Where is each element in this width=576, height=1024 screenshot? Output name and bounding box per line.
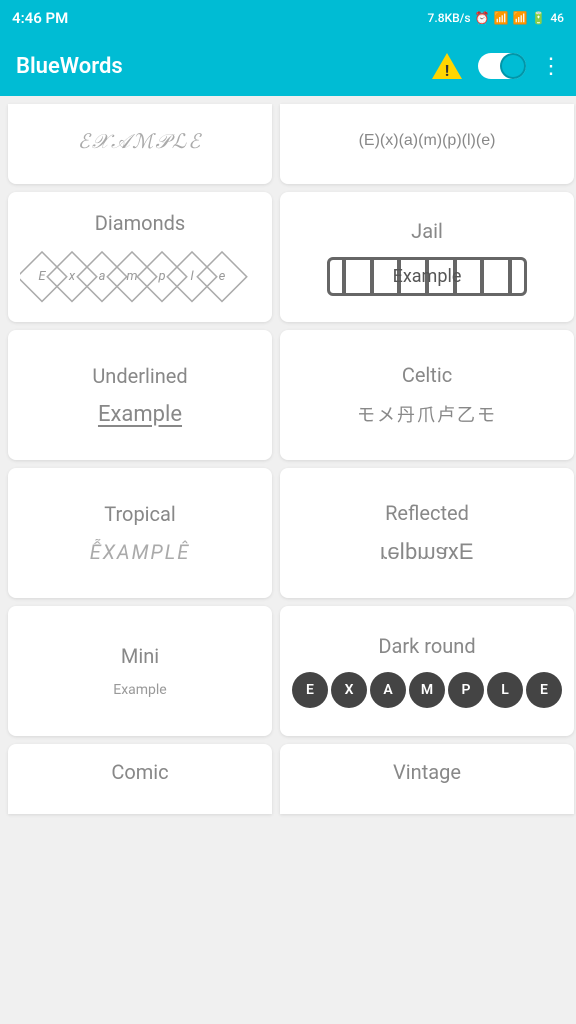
card-mini[interactable]: Mini Example (8, 606, 272, 736)
card-parenthesis[interactable]: (E)(x)(a)(m)(p)(l)(e) (280, 104, 574, 184)
card-classic[interactable]: ℰ𝒳𝒜ℳ𝒫ℒℰ (8, 104, 272, 184)
svg-text:e: e (219, 269, 226, 284)
status-right: 7.8KB/s ⏰ 📶 📶 🔋 46 (428, 11, 564, 25)
warning-icon[interactable]: ! (430, 51, 464, 81)
dr-letter-X: X (331, 672, 367, 708)
diamonds-title: Diamonds (95, 211, 185, 235)
celtic-preview: モメ丹爪卢乙モ (357, 401, 497, 427)
dr-letter-E: E (292, 672, 328, 708)
jail-title: Jail (411, 219, 443, 243)
app-bar-actions: ! ⋮ (430, 51, 560, 81)
signal-icon: 📶 (494, 11, 509, 25)
app-title: BlueWords (16, 54, 418, 79)
tropical-title: Tropical (104, 502, 176, 526)
parenthesis-preview: (E)(x)(a)(m)(p)(l)(e) (359, 132, 496, 150)
card-darkround[interactable]: Dark round E X A M P L E (280, 606, 574, 736)
mini-preview: Example (113, 682, 166, 698)
battery-icon: 🔋 (531, 11, 546, 25)
card-comic[interactable]: Comic (8, 744, 272, 814)
card-tropical[interactable]: Tropical ỄXAMPLÊ (8, 468, 272, 598)
wifi-icon: 📶 (512, 11, 527, 25)
svg-text:x: x (68, 269, 76, 284)
reflected-preview: Ǝxɐɯdlǝɹ (380, 539, 473, 565)
dr-letter-P: P (448, 672, 484, 708)
darkround-title: Dark round (378, 634, 475, 658)
toggle-knob (500, 53, 526, 79)
svg-text:m: m (126, 269, 137, 284)
reflected-title: Reflected (385, 501, 469, 525)
status-bar: 4:46 PM 7.8KB/s ⏰ 📶 📶 🔋 46 (0, 0, 576, 36)
celtic-title: Celtic (402, 363, 452, 387)
vintage-title: Vintage (393, 760, 461, 784)
diamonds-preview: E x a m p l e (20, 249, 260, 304)
card-diamonds[interactable]: Diamonds E x a m p l e (8, 192, 272, 322)
battery-level: 46 (550, 11, 564, 25)
bar-1 (342, 260, 346, 293)
bar-6 (480, 260, 484, 293)
mini-title: Mini (121, 644, 159, 668)
card-reflected[interactable]: Reflected Ǝxɐɯdlǝɹ (280, 468, 574, 598)
darkround-preview: E X A M P L E (292, 672, 562, 708)
jail-text: Example (393, 266, 462, 287)
card-celtic[interactable]: Celtic モメ丹爪卢乙モ (280, 330, 574, 460)
dr-letter-M: M (409, 672, 445, 708)
card-vintage[interactable]: Vintage (280, 744, 574, 814)
bar-2 (370, 260, 374, 293)
dr-letter-A: A (370, 672, 406, 708)
dr-letter-L: L (487, 672, 523, 708)
card-jail[interactable]: Jail Example (280, 192, 574, 322)
underlined-preview: Example (98, 402, 182, 427)
jail-visual: Example (327, 257, 527, 296)
svg-text:a: a (99, 269, 106, 284)
svg-text:E: E (38, 269, 46, 284)
more-options-button[interactable]: ⋮ (540, 54, 560, 79)
styles-grid: ℰ𝒳𝒜ℳ𝒫ℒℰ (E)(x)(a)(m)(p)(l)(e) Diamonds E (0, 96, 576, 822)
tropical-preview: ỄXAMPLÊ (90, 540, 190, 564)
alarm-icon: ⏰ (475, 11, 490, 25)
status-time: 4:46 PM (12, 9, 68, 27)
svg-text:p: p (157, 269, 165, 284)
network-speed: 7.8KB/s (428, 11, 471, 25)
svg-text:!: ! (445, 61, 449, 80)
svg-text:l: l (190, 269, 194, 284)
dr-letter-E2: E (526, 672, 562, 708)
reflected-text: Ǝxɐɯdlǝɹ (380, 539, 473, 565)
toggle-switch[interactable] (478, 53, 526, 79)
bar-7 (508, 260, 512, 293)
comic-title: Comic (111, 760, 168, 784)
underlined-title: Underlined (92, 364, 187, 388)
classic-preview: ℰ𝒳𝒜ℳ𝒫ℒℰ (78, 129, 203, 154)
card-underlined[interactable]: Underlined Example (8, 330, 272, 460)
app-bar: BlueWords ! ⋮ (0, 36, 576, 96)
jail-preview: Example (327, 257, 527, 296)
